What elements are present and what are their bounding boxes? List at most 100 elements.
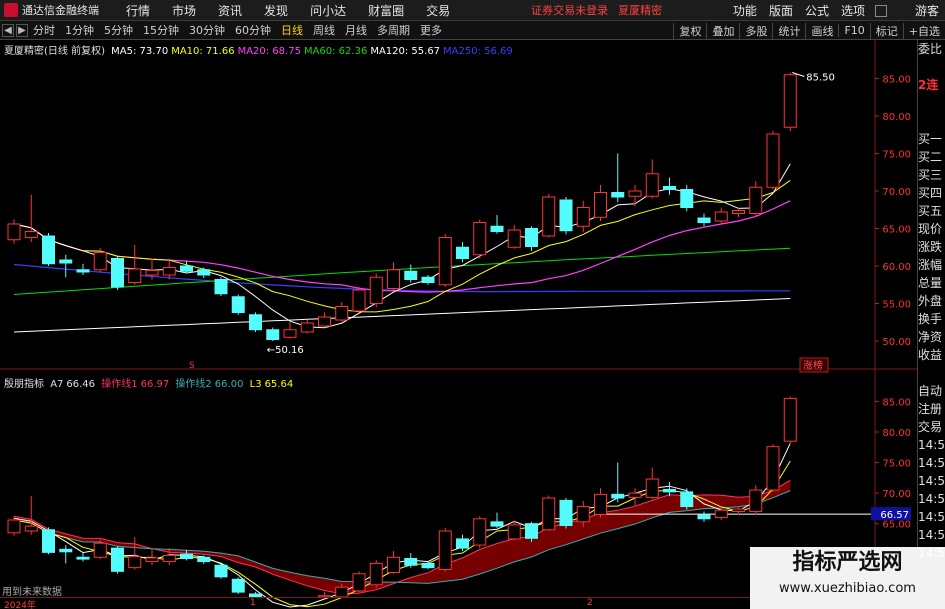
- mark-button-visible[interactable]: 标记: [869, 22, 903, 39]
- menu-item-trade[interactable]: 交易: [415, 2, 461, 19]
- sub-candle: [197, 556, 211, 563]
- side-item[interactable]: 交易: [918, 418, 945, 436]
- side-item[interactable]: 自动: [918, 382, 945, 400]
- main-candle: [197, 269, 211, 276]
- side-item[interactable]: 注册: [918, 400, 945, 418]
- side-item[interactable]: 买三: [918, 166, 945, 184]
- chart-title: 夏厦精密(日线 前复权): [4, 46, 105, 57]
- tab-monthly[interactable]: 月线: [340, 22, 372, 38]
- side-item[interactable]: 14:52: [918, 436, 945, 454]
- tab-15min[interactable]: 15分钟: [138, 22, 184, 38]
- tab-daily[interactable]: 日线: [276, 22, 308, 38]
- main-candle: [766, 133, 780, 188]
- sub-y-tick-label: 70.00: [882, 489, 911, 500]
- stock-name-notice: 夏厦精密: [618, 4, 663, 17]
- side-item[interactable]: 买二: [918, 148, 945, 166]
- kline-chart[interactable]: 50.00 55.00 60.00 65.00 70.00 75.00 80.00 85.00…: [0, 40, 917, 609]
- indicator-name: 殷朋指标: [4, 379, 44, 390]
- main-candle: [611, 192, 625, 198]
- main-candle: [266, 329, 280, 340]
- prev-arrow-icon[interactable]: ◀: [2, 23, 14, 37]
- minimize-icon[interactable]: [874, 4, 887, 17]
- side-item[interactable]: 涨幅: [918, 256, 945, 274]
- multi-stock-button[interactable]: 多股: [739, 22, 772, 39]
- y-tick-label: 65.00: [882, 225, 911, 236]
- sub-candle: [576, 506, 590, 523]
- side-item[interactable]: 14:53: [918, 454, 945, 472]
- menu-item-options[interactable]: 选项: [835, 2, 871, 19]
- tab-1min[interactable]: 1分钟: [60, 22, 99, 38]
- y-tick-label: 50.00: [882, 337, 911, 348]
- overlay-button[interactable]: 叠加: [706, 22, 739, 39]
- login-notice[interactable]: 证券交易未登录: [531, 2, 608, 18]
- s-marker: S: [189, 361, 195, 371]
- watermark-title: 指标严选网: [792, 550, 903, 575]
- next-arrow-icon[interactable]: ▶: [16, 23, 28, 37]
- side-item[interactable]: 总量: [918, 274, 945, 292]
- side-item[interactable]: 14:53: [918, 490, 945, 508]
- main-candle: [111, 258, 124, 288]
- side-item[interactable]: 换手: [918, 310, 945, 328]
- sub-candle: [456, 538, 469, 549]
- side-item[interactable]: 净资: [918, 328, 945, 346]
- draw-line-button[interactable]: 画线: [805, 22, 838, 39]
- op2-label: 操作线2: [175, 379, 212, 390]
- menu-item-quotes[interactable]: 行情: [115, 2, 161, 19]
- tab-timeshare[interactable]: 分时: [28, 22, 60, 38]
- menu-item-discover[interactable]: 发现: [253, 2, 299, 19]
- ma120-line: [13, 298, 791, 333]
- main-candle: [749, 186, 763, 214]
- main-candle: [300, 322, 314, 333]
- side-item[interactable]: 涨跌: [918, 238, 945, 256]
- quote-side-panel: 委比 2连 买一 买二 买三 买四 买五 现价 涨跌 涨幅 总量 外盘 换手 净资 收益 自动 注册 交易 14:5…: [917, 40, 945, 609]
- menu-item-news[interactable]: 资讯: [207, 2, 253, 19]
- guest-label[interactable]: 游客: [909, 2, 945, 19]
- side-item[interactable]: 收益: [918, 346, 945, 364]
- side-item[interactable]: 外盘: [918, 292, 945, 310]
- main-candle: [559, 199, 573, 232]
- side-item[interactable]: 14:53: [918, 472, 945, 490]
- tab-more[interactable]: 更多: [415, 22, 447, 38]
- sub-candle: [352, 573, 366, 592]
- tab-5min[interactable]: 5分钟: [99, 22, 138, 38]
- sub-candle: [663, 488, 676, 493]
- restore-rights-button[interactable]: 复权: [673, 22, 706, 39]
- main-candle: [128, 268, 142, 283]
- statistics-button[interactable]: 统计: [772, 22, 805, 39]
- menu-item-formula[interactable]: 公式: [799, 2, 835, 19]
- side-item[interactable]: 14:55: [918, 526, 945, 544]
- main-candle: [145, 270, 159, 276]
- tab-60min[interactable]: 60分钟: [230, 22, 276, 38]
- menu-item-function[interactable]: 功能: [727, 2, 763, 19]
- sub-candle: [490, 521, 504, 527]
- main-candle: [438, 237, 452, 286]
- sub-candle: [214, 564, 228, 578]
- menu-item-wealth[interactable]: 财富圈: [357, 2, 415, 19]
- sub-candle: [24, 525, 38, 532]
- l3-label: L3: [249, 379, 262, 390]
- menu-item-market[interactable]: 市场: [161, 2, 207, 19]
- side-item[interactable]: 买五: [918, 202, 945, 220]
- ma-legend-ma10: MA10: 71.66: [171, 46, 235, 57]
- side-item[interactable]: 买四: [918, 184, 945, 202]
- tab-weekly[interactable]: 周线: [308, 22, 340, 38]
- side-item[interactable]: 委比: [918, 40, 945, 58]
- side-item[interactable]: 现价: [918, 220, 945, 238]
- right-menu: 功能 版面 公式 选项 游客: [727, 0, 945, 21]
- main-candle: [76, 269, 90, 273]
- side-item: [918, 58, 945, 76]
- side-item[interactable]: 2连: [918, 76, 945, 94]
- f10-button[interactable]: F10: [838, 24, 869, 37]
- main-candle: [714, 211, 728, 222]
- menu-item-ask[interactable]: 问小达: [299, 2, 357, 19]
- op1-value: 66.97: [140, 379, 170, 390]
- menu-item-layout[interactable]: 版面: [763, 2, 799, 19]
- tab-multi-period[interactable]: 多周期: [372, 22, 415, 38]
- tab-30min[interactable]: 30分钟: [184, 22, 230, 38]
- sub-candle: [162, 554, 176, 563]
- side-item[interactable]: 14:54: [918, 508, 945, 526]
- main-candle: [335, 306, 349, 321]
- side-item[interactable]: 买一: [918, 130, 945, 148]
- add-watchlist-button[interactable]: +自选: [902, 22, 945, 39]
- y-tick-label: 60.00: [882, 262, 911, 273]
